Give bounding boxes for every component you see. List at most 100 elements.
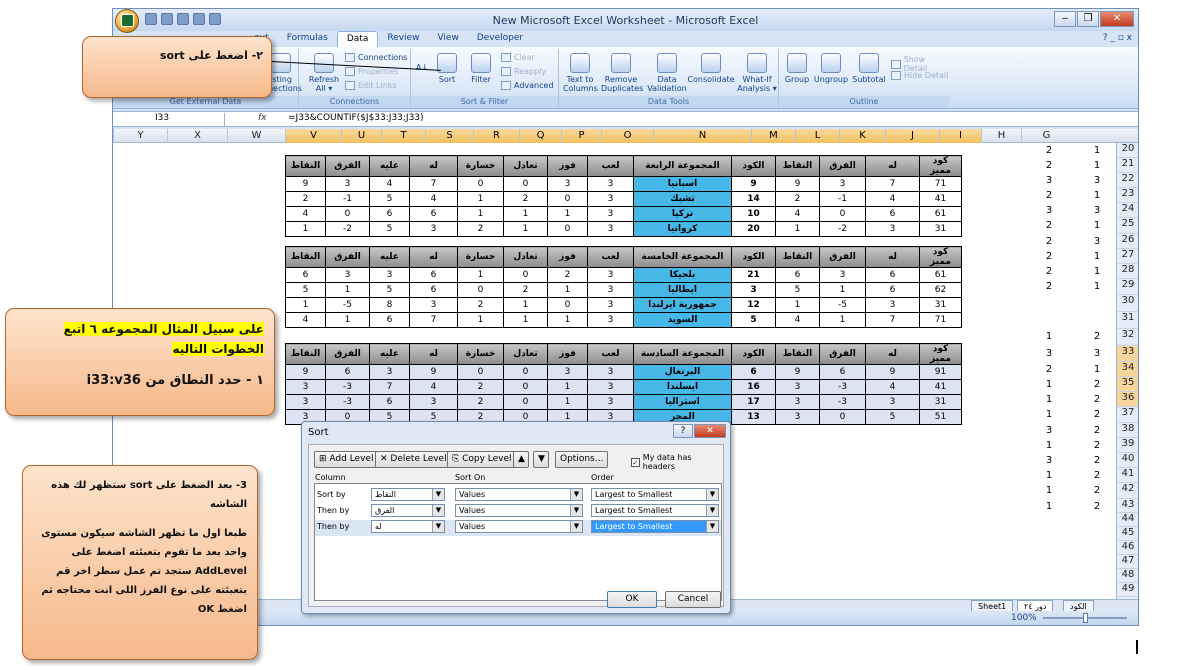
connections-button[interactable]: Connections [345, 53, 407, 62]
row-header-28[interactable]: 28 [1117, 264, 1138, 279]
cell[interactable]: 5 [285, 282, 326, 298]
row-header-31[interactable]: 31 [1117, 312, 1138, 329]
name-box[interactable]: I33 [115, 113, 225, 126]
row-header-21[interactable]: 21 [1117, 158, 1138, 173]
cell[interactable]: -3 [819, 379, 866, 395]
cell[interactable]: 7 [409, 176, 458, 192]
cell[interactable]: 3 [587, 176, 634, 192]
column-header-T[interactable]: T [381, 129, 425, 143]
cell[interactable]: 3 [587, 191, 634, 207]
column-header-M[interactable]: M [751, 129, 795, 143]
cell-h[interactable]: 2 [1029, 220, 1069, 231]
cell[interactable]: 41 [919, 379, 962, 395]
cell[interactable]: 3 [587, 297, 634, 313]
cell[interactable]: 5 [369, 191, 410, 207]
cell[interactable]: 2 [547, 267, 588, 283]
cell-g[interactable]: 1 [1077, 251, 1116, 262]
cell[interactable]: -2 [325, 221, 370, 237]
advanced-button[interactable]: Advanced [501, 81, 554, 90]
ungroup-button[interactable]: Ungroup [813, 53, 849, 84]
cell[interactable]: 2 [503, 282, 548, 298]
cell[interactable]: 16 [731, 379, 776, 395]
row-header-30[interactable]: 30 [1117, 295, 1138, 312]
cell[interactable]: 6 [325, 364, 370, 380]
column-header-X[interactable]: X [167, 129, 227, 143]
column-header-Q[interactable]: Q [519, 129, 561, 143]
column-header-S[interactable]: S [425, 129, 473, 143]
cell-g[interactable]: 2 [1077, 440, 1116, 451]
maximize-button[interactable]: ❐ [1077, 11, 1099, 27]
cell[interactable]: 6 [865, 282, 920, 298]
row-header-22[interactable]: 22 [1117, 173, 1138, 188]
row-header-36[interactable]: 36 [1117, 392, 1138, 407]
cell[interactable]: 1 [775, 297, 820, 313]
cell[interactable]: -3 [325, 379, 370, 395]
cell[interactable]: 1 [503, 221, 548, 237]
cell-g[interactable]: 2 [1077, 394, 1116, 405]
cell-g[interactable]: 2 [1077, 501, 1116, 512]
cell[interactable]: 1 [457, 191, 504, 207]
cell[interactable]: 9 [409, 364, 458, 380]
cell[interactable]: 1 [285, 297, 326, 313]
cell[interactable]: -2 [819, 221, 866, 237]
row-header-29[interactable]: 29 [1117, 279, 1138, 295]
cell[interactable]: -5 [819, 297, 866, 313]
cell[interactable]: 6 [369, 206, 410, 222]
cell[interactable]: 1 [285, 221, 326, 237]
cell[interactable]: 2 [503, 191, 548, 207]
cell[interactable]: 4 [775, 312, 820, 328]
cell[interactable]: 3 [587, 312, 634, 328]
cell[interactable]: 91 [919, 364, 962, 380]
move-down-button[interactable]: ▼ [533, 451, 549, 468]
cell[interactable]: 7 [409, 312, 458, 328]
row-header-24[interactable]: 24 [1117, 203, 1138, 218]
cell[interactable]: 0 [547, 221, 588, 237]
cell[interactable]: 3 [865, 221, 920, 237]
headers-checkbox[interactable]: ✓ My data has headers [631, 453, 723, 471]
cell-g[interactable]: 2 [1077, 425, 1116, 436]
cell[interactable]: 20 [731, 221, 776, 237]
office-button[interactable] [115, 9, 139, 33]
cell-g[interactable]: 2 [1077, 470, 1116, 481]
consolidate-button[interactable]: Consolidate [687, 53, 735, 84]
column-header-P[interactable]: P [561, 129, 601, 143]
cell[interactable]: 13 [731, 409, 776, 425]
cell[interactable]: 1 [503, 206, 548, 222]
cell-g[interactable]: 1 [1077, 266, 1116, 277]
cell-h[interactable]: 2 [1029, 281, 1069, 292]
cell[interactable]: 21 [731, 267, 776, 283]
cell[interactable]: 3 [587, 221, 634, 237]
cell[interactable]: 0 [503, 176, 548, 192]
cell[interactable]: 1 [325, 282, 370, 298]
column-select[interactable]: الفرق ▼ [371, 504, 445, 517]
cell[interactable]: 1 [457, 267, 504, 283]
cell[interactable]: 3 [547, 176, 588, 192]
cell-h[interactable]: 3 [1029, 348, 1069, 359]
cell[interactable]: 1 [775, 221, 820, 237]
cell[interactable]: 7 [369, 379, 410, 395]
row-header-42[interactable]: 42 [1117, 483, 1138, 499]
options-button[interactable]: Options... [555, 451, 609, 468]
cell[interactable]: 3 [587, 394, 634, 410]
cell[interactable]: -1 [325, 191, 370, 207]
cell[interactable]: السويد [633, 312, 732, 328]
row-header-33[interactable]: 33 [1117, 346, 1138, 362]
cell[interactable]: 5 [369, 282, 410, 298]
zoom-handle[interactable] [1083, 613, 1088, 623]
cell-g[interactable]: 1 [1077, 145, 1116, 156]
dialog-close-button[interactable]: ✕ [694, 424, 726, 438]
ok-button[interactable]: OK [607, 591, 657, 608]
cell[interactable]: 12 [731, 297, 776, 313]
column-header-N[interactable]: N [653, 129, 751, 143]
formula-input[interactable]: =J33&COUNTIF($J$33:J33;J33) [288, 113, 424, 123]
cell[interactable]: 4 [369, 176, 410, 192]
cell[interactable]: 0 [819, 206, 866, 222]
cell[interactable]: 6 [285, 267, 326, 283]
tab-developer[interactable]: Developer [468, 31, 532, 47]
zoom-slider[interactable] [1043, 613, 1127, 623]
cell-h[interactable]: 2 [1029, 364, 1069, 375]
cell[interactable]: 9 [285, 364, 326, 380]
cell[interactable]: 71 [919, 312, 962, 328]
remove-duplicates-button[interactable]: Remove Duplicates [601, 53, 643, 93]
cell[interactable]: 31 [919, 394, 962, 410]
